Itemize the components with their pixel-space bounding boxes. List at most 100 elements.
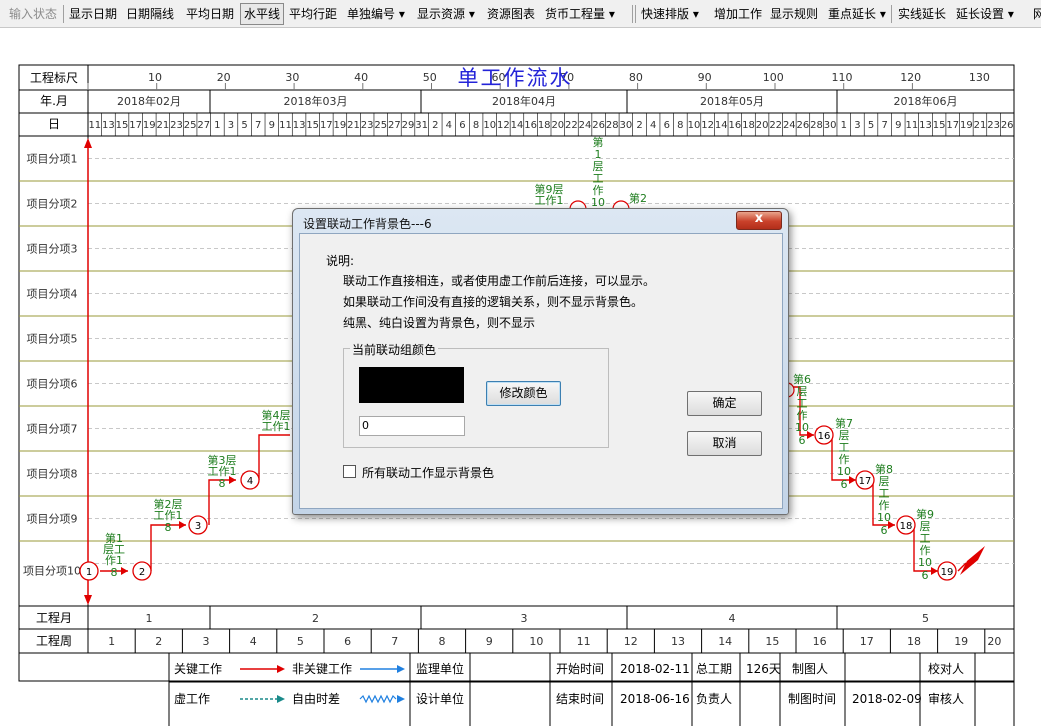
toolbar-button-5[interactable]: 平均行距 xyxy=(286,4,340,24)
color-swatch xyxy=(359,367,464,403)
dialog-client: 说明: 联动工作直接相连，或者使用虚工作前后连接，可以显示。 如果联动工作间没有… xyxy=(299,233,783,509)
day-label: 2 xyxy=(432,120,438,131)
day-label: 18 xyxy=(742,120,755,131)
day-label: 15 xyxy=(933,120,946,131)
toolbar-button-11[interactable]: 增加工作 xyxy=(711,4,765,24)
legend-end-time-label: 结束时间 xyxy=(556,692,604,706)
day-label: 4 xyxy=(650,120,656,131)
day-label: 26 xyxy=(592,120,605,131)
work-week-value: 5 xyxy=(297,635,304,648)
day-label: 8 xyxy=(473,120,479,131)
legend-drawing-time-value: 2018-02-09 xyxy=(852,692,922,706)
day-label: 2 xyxy=(636,120,642,131)
day-label: 16 xyxy=(524,120,537,131)
day-label: 18 xyxy=(538,120,551,131)
work-duration: 6 xyxy=(922,569,929,582)
work-duration: 8 xyxy=(165,521,172,534)
day-label: 23 xyxy=(361,120,374,131)
work-week-value: 15 xyxy=(765,635,779,648)
day-label: 9 xyxy=(895,120,901,131)
work-duration: 6 xyxy=(841,478,848,491)
toolbar-button-6[interactable]: 单独编号 ▾ xyxy=(344,4,408,24)
day-label: 20 xyxy=(756,120,769,131)
toolbar-button-8[interactable]: 资源图表 xyxy=(484,4,538,24)
toolbar-button-13[interactable]: 重点延长 ▾ xyxy=(825,4,889,24)
yearmonth-row-label: 年.月 xyxy=(40,94,68,108)
day-label: 23 xyxy=(170,120,183,131)
row-label: 项目分项5 xyxy=(27,333,78,346)
toolbar-button-1[interactable]: 显示日期 xyxy=(66,4,120,24)
modify-color-button[interactable]: 修改颜色 xyxy=(486,381,561,406)
toolbar-button-7[interactable]: 显示资源 ▾ xyxy=(414,4,478,24)
color-value-field[interactable]: 0 xyxy=(359,416,465,436)
day-label: 16 xyxy=(728,120,741,131)
legend-total-duration-label: 总工期 xyxy=(696,662,732,676)
node-number: 3 xyxy=(195,521,201,532)
toolbar-button-14[interactable]: 实线延长 xyxy=(895,4,949,24)
work-label-text: 10 xyxy=(918,556,932,569)
work-month-value: 3 xyxy=(521,612,528,625)
work-label-text: 第6 xyxy=(793,372,811,386)
toolbar-button-10[interactable]: 快速排版 ▾ xyxy=(638,4,702,24)
month-label: 2018年02月 xyxy=(117,94,181,108)
row-label: 项目分项10 xyxy=(23,565,81,578)
close-icon: x xyxy=(754,211,764,226)
toolbar-button-12[interactable]: 显示规则 xyxy=(767,4,821,24)
work-week-value: 14 xyxy=(718,635,732,648)
day-label: 7 xyxy=(255,120,261,131)
row-label: 项目分项8 xyxy=(27,468,78,481)
month-label: 2018年04月 xyxy=(492,94,556,108)
color-group-label: 当前联动组颜色 xyxy=(350,341,439,358)
toolbar-button-2[interactable]: 日期隔线 xyxy=(123,4,177,24)
work-week-value: 3 xyxy=(203,635,210,648)
work-week-value: 18 xyxy=(907,635,921,648)
day-label: 14 xyxy=(511,120,524,131)
day-label: 13 xyxy=(293,120,306,131)
day-label: 22 xyxy=(769,120,782,131)
legend-start-time-label: 开始时间 xyxy=(556,662,604,676)
show-all-linked-checkbox[interactable] xyxy=(343,465,356,478)
work-duration: 8 xyxy=(111,566,118,579)
node-number: 2 xyxy=(139,567,145,578)
legend-dummy-arrowhead xyxy=(277,695,285,703)
work-label-text: 第9 xyxy=(916,507,934,521)
legend-critical-label: 关键工作 xyxy=(174,662,222,676)
ok-button[interactable]: 确定 xyxy=(687,391,762,416)
toolbar-button-3[interactable]: 平均日期 xyxy=(183,4,237,24)
work-week-value: 11 xyxy=(577,635,591,648)
row-label: 项目分项7 xyxy=(27,423,78,436)
legend-free-float-wave xyxy=(359,694,397,704)
toolbar-separator xyxy=(635,5,636,23)
work-week-value: 12 xyxy=(624,635,638,648)
legend-free-float-label: 自由时差 xyxy=(292,692,340,706)
legend-drawing-time-label: 制图时间 xyxy=(788,692,836,706)
work-label-text: 工作1 xyxy=(535,194,564,207)
day-label: 27 xyxy=(388,120,401,131)
day-label: 30 xyxy=(824,120,837,131)
toolbar-button-15[interactable]: 延长设置 ▾ xyxy=(953,4,1017,24)
work-week-value: 7 xyxy=(391,635,398,648)
day-label: 24 xyxy=(579,120,592,131)
work-month-label: 工程月 xyxy=(36,610,72,625)
month-label: 2018年03月 xyxy=(284,94,348,108)
toolbar-button-4[interactable]: 水平线 xyxy=(240,3,285,25)
row-label: 项目分项1 xyxy=(27,153,78,166)
node-number: 4 xyxy=(247,476,253,487)
work-week-value: 10 xyxy=(529,635,543,648)
cancel-button[interactable]: 取消 xyxy=(687,431,762,456)
day-label: 7 xyxy=(881,120,887,131)
day-label: 4 xyxy=(446,120,452,131)
toolbar-button-9[interactable]: 货币工程量 ▾ xyxy=(542,4,618,24)
close-button[interactable]: x xyxy=(736,211,782,230)
day-label: 8 xyxy=(677,120,683,131)
day-label: 14 xyxy=(715,120,728,131)
day-label: 25 xyxy=(374,120,387,131)
day-label: 21 xyxy=(157,120,170,131)
day-label: 24 xyxy=(783,120,796,131)
day-label: 17 xyxy=(129,120,142,131)
toolbar-button-0[interactable]: 输入状态 xyxy=(6,4,60,24)
day-label: 5 xyxy=(241,120,247,131)
node-number: 18 xyxy=(900,521,913,532)
node-number: 19 xyxy=(941,567,954,578)
toolbar-button-16[interactable]: 网 xyxy=(1030,4,1041,24)
